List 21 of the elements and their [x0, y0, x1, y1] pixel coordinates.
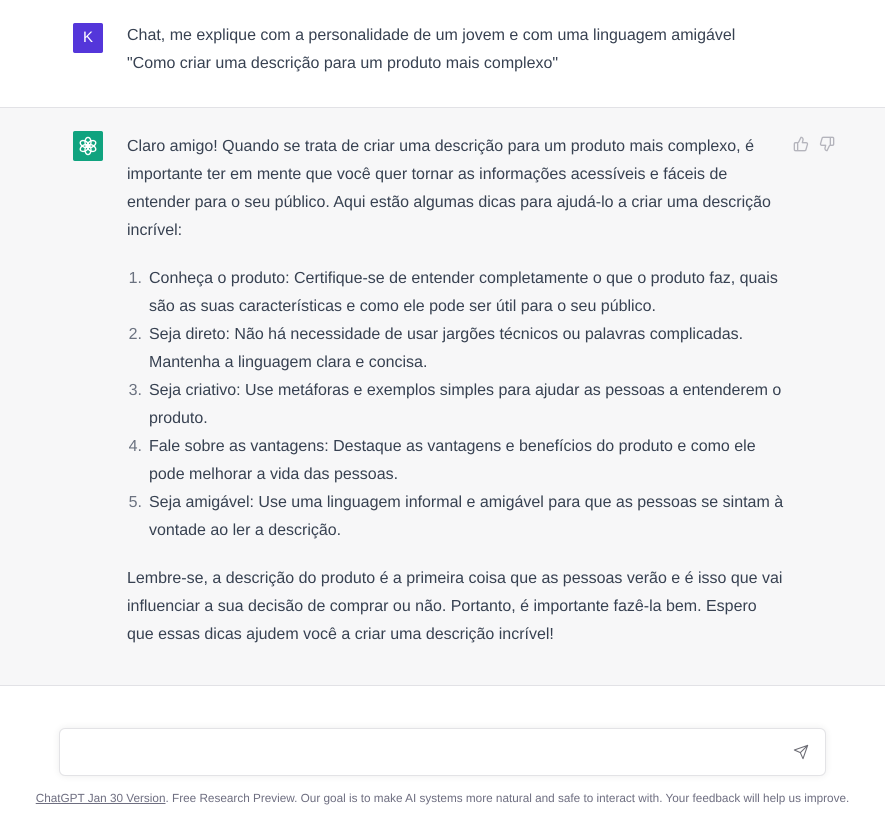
- list-number: 5.: [128, 493, 143, 513]
- list-number: 3.: [128, 381, 143, 401]
- list-number: 4.: [128, 437, 143, 457]
- list-number: 2.: [128, 325, 143, 345]
- footer-text: ChatGPT Jan 30 Version. Free Research Preview. Our goal is to make AI systems more natural and safe to interact with. Your feedback will help us improve.: [36, 791, 850, 807]
- list-number: 1.: [128, 269, 143, 289]
- thumbs-down-icon[interactable]: [819, 136, 835, 152]
- list-item-text: Seja direto: Não há necessidade de usar jargões técnicos ou palavras complicadas. Mantenha a linguagem clara e concisa.: [149, 325, 744, 373]
- user-avatar: K: [73, 23, 103, 53]
- message-text: Claro amigo! Quando se trata de criar uma descrição para um produto mais complexo, é importante ter em mente que você quer tornar as informações acessíveis e fáceis de entender para o seu público. Aqui estão algumas dicas para ajudá-lo a criar uma descrição incrível:: [127, 137, 772, 241]
- message-text: Lembre-se, a descrição do produto é a primeira coisa que as pessoas verão e é isso que vai influenciar a sua decisão de comprar ou não. Portanto, é importante fazê-la bem. Espero que essas dicas ajudem você a criar uma descrição incrível!: [127, 569, 784, 645]
- version-link[interactable]: ChatGPT Jan 30 Version: [36, 792, 166, 805]
- list-item-text: Seja amigável: Use uma linguagem informal e amigável para que as pessoas se sintam à vontade ao ler a descrição.: [149, 493, 784, 541]
- list-item-text: Seja criativo: Use metáforas e exemplos simples para ajudar as pessoas a entenderem o produto.: [149, 381, 782, 429]
- thumbs-up-icon[interactable]: [793, 136, 809, 152]
- message-text: Chat, me explique com a personalidade de um jovem e com uma linguagem amigável "Como criar uma descrição para um produto mais complexo": [127, 26, 736, 74]
- list-item-text: Conheça o produto: Certifique-se de entender completamente o que o produto faz, quais são as suas características e como ele pode ser útil para o seu público.: [149, 269, 779, 317]
- message-input[interactable]: [59, 728, 826, 776]
- list-item-text: Fale sobre as vantagens: Destaque as vantagens e benefícios do produto e como ele pode melhorar a vida das pessoas.: [149, 437, 757, 485]
- send-icon[interactable]: [793, 744, 809, 760]
- knot-logo-icon: [73, 131, 103, 161]
